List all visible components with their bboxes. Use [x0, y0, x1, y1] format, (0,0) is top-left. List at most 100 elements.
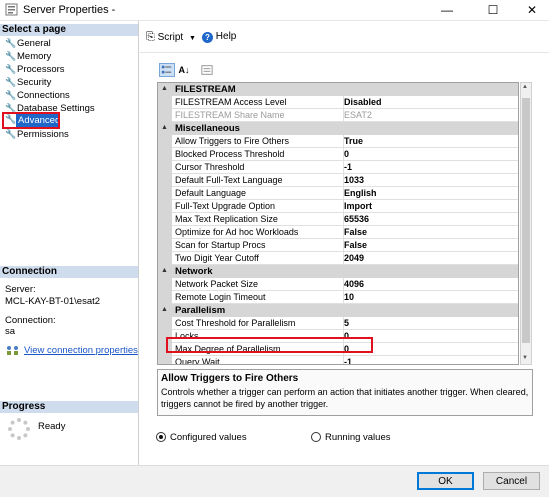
server-value: MCL-KAY-BT-01\esat2 — [5, 296, 101, 307]
category-network[interactable]: ▲ Network — [158, 265, 518, 278]
property-name: Two Digit Year Cutoff — [172, 252, 344, 265]
script-button[interactable]: ⎘ Script ▼ — [146, 29, 196, 45]
chevron-down-icon: ▼ — [188, 35, 196, 42]
property-name: Cursor Threshold — [172, 161, 344, 174]
radio-unselected-icon[interactable] — [311, 432, 321, 442]
property-value[interactable]: -1 — [341, 356, 518, 364]
app-icon — [5, 3, 18, 16]
categorized-view-icon[interactable] — [159, 63, 175, 77]
category-label: Parallelism — [175, 305, 226, 316]
scroll-thumb[interactable] — [522, 98, 530, 343]
property-value[interactable]: False — [341, 239, 518, 252]
highlight-box-max-dop — [166, 337, 373, 353]
property-value[interactable]: 10 — [341, 291, 518, 304]
wrench-icon: 🔧 — [5, 77, 17, 87]
collapse-icon[interactable]: ▲ — [161, 306, 168, 313]
collapse-icon[interactable]: ▲ — [161, 267, 168, 274]
property-value[interactable]: ESAT2 — [341, 109, 518, 122]
property-row[interactable]: Remote Login Timeout 10 — [158, 291, 518, 304]
category-filestream[interactable]: ▲ FILESTREAM — [158, 83, 518, 96]
window-title: Server Properties - — [23, 4, 116, 16]
nav-item-processors[interactable]: 🔧Processors — [5, 63, 65, 76]
collapse-icon[interactable]: ▲ — [161, 124, 168, 131]
property-value[interactable]: 4096 — [341, 278, 518, 291]
property-row[interactable]: Query Wait -1 — [158, 356, 518, 364]
nav-item-permissions[interactable]: 🔧Permissions — [5, 128, 69, 141]
property-name: Default Full-Text Language — [172, 174, 344, 187]
property-value[interactable]: False — [341, 226, 518, 239]
property-name: Scan for Startup Procs — [172, 239, 344, 252]
property-value[interactable]: 0 — [341, 148, 518, 161]
property-row[interactable]: Network Packet Size 4096 — [158, 278, 518, 291]
nav-item-general[interactable]: 🔧General — [5, 37, 51, 50]
cancel-button[interactable]: Cancel — [483, 472, 540, 490]
property-row[interactable]: Allow Triggers to Fire Others True — [158, 135, 518, 148]
property-name: Cost Threshold for Parallelism — [172, 317, 344, 330]
help-button[interactable]: ? Help — [202, 29, 236, 45]
property-row[interactable]: Default Language English — [158, 187, 518, 200]
property-name: Network Packet Size — [172, 278, 344, 291]
script-icon: ⎘ — [146, 31, 155, 43]
property-value[interactable]: Disabled — [341, 96, 518, 109]
view-connection-properties-link[interactable]: View connection properties — [24, 345, 138, 356]
running-values-label: Running values — [325, 432, 391, 443]
property-name: Allow Triggers to Fire Others — [172, 135, 344, 148]
scroll-up-icon[interactable]: ▲ — [522, 84, 528, 90]
maximize-button[interactable]: ☐ — [476, 0, 510, 20]
property-row[interactable]: Scan for Startup Procs False — [158, 239, 518, 252]
nav-label: General — [17, 38, 51, 49]
property-name: FILESTREAM Access Level — [172, 96, 344, 109]
ok-button[interactable]: OK — [417, 472, 474, 490]
property-row[interactable]: FILESTREAM Access Level Disabled — [158, 96, 518, 109]
minimize-button[interactable]: — — [430, 0, 464, 20]
configured-values-label: Configured values — [170, 432, 247, 443]
property-value[interactable]: English — [341, 187, 518, 200]
property-value[interactable]: Import — [341, 200, 518, 213]
nav-label: Memory — [17, 51, 52, 62]
nav-label: Processors — [17, 64, 65, 75]
alphabetical-sort-icon[interactable]: A↓ — [176, 63, 192, 77]
nav-item-connections[interactable]: 🔧Connections — [5, 89, 70, 102]
connection-header: Connection — [0, 266, 138, 278]
category-parallelism[interactable]: ▲ Parallelism — [158, 304, 518, 317]
category-miscellaneous[interactable]: ▲ Miscellaneous — [158, 122, 518, 135]
property-name: Default Language — [172, 187, 344, 200]
property-row[interactable]: Default Full-Text Language 1033 — [158, 174, 518, 187]
property-value[interactable]: 5 — [341, 317, 518, 330]
property-row[interactable]: Blocked Process Threshold 0 — [158, 148, 518, 161]
property-pages-icon[interactable] — [199, 63, 215, 77]
category-label: Network — [175, 266, 213, 277]
connection-properties-icon — [7, 346, 18, 355]
configured-values-radio[interactable]: Configured values — [156, 431, 247, 445]
property-row[interactable]: Full-Text Upgrade Option Import — [158, 200, 518, 213]
property-value[interactable]: True — [341, 135, 518, 148]
running-values-radio[interactable]: Running values — [311, 431, 391, 445]
property-name: Optimize for Ad hoc Workloads — [172, 226, 344, 239]
script-label: Script — [157, 32, 184, 43]
property-value[interactable]: 2049 — [341, 252, 518, 265]
connection-value: sa — [5, 326, 16, 337]
wrench-icon: 🔧 — [5, 38, 17, 48]
category-label: Miscellaneous — [175, 123, 240, 134]
nav-label: Security — [17, 77, 52, 88]
property-row[interactable]: Cursor Threshold -1 — [158, 161, 518, 174]
radio-selected-icon[interactable] — [156, 432, 166, 442]
nav-item-memory[interactable]: 🔧Memory — [5, 50, 51, 63]
property-value[interactable]: 1033 — [341, 174, 518, 187]
property-row[interactable]: Max Text Replication Size 65536 — [158, 213, 518, 226]
description-title: Allow Triggers to Fire Others — [161, 373, 299, 384]
progress-header: Progress — [0, 401, 138, 413]
property-grid[interactable]: ▲ FILESTREAM FILESTREAM Access Level Disab… — [157, 82, 519, 365]
property-row[interactable]: Optimize for Ad hoc Workloads False — [158, 226, 518, 239]
scroll-down-icon[interactable]: ▼ — [522, 355, 528, 361]
property-value[interactable]: -1 — [341, 161, 518, 174]
nav-item-security[interactable]: 🔧Security — [5, 76, 51, 89]
collapse-icon[interactable]: ▲ — [161, 85, 168, 92]
property-name: Max Text Replication Size — [172, 213, 344, 226]
property-value[interactable]: 65536 — [341, 213, 518, 226]
highlight-box-advanced — [2, 112, 60, 129]
property-row[interactable]: Cost Threshold for Parallelism 5 — [158, 317, 518, 330]
property-row[interactable]: Two Digit Year Cutoff 2049 — [158, 252, 518, 265]
close-button[interactable]: ✕ — [515, 0, 549, 20]
property-row[interactable]: FILESTREAM Share Name ESAT2 — [158, 109, 518, 122]
